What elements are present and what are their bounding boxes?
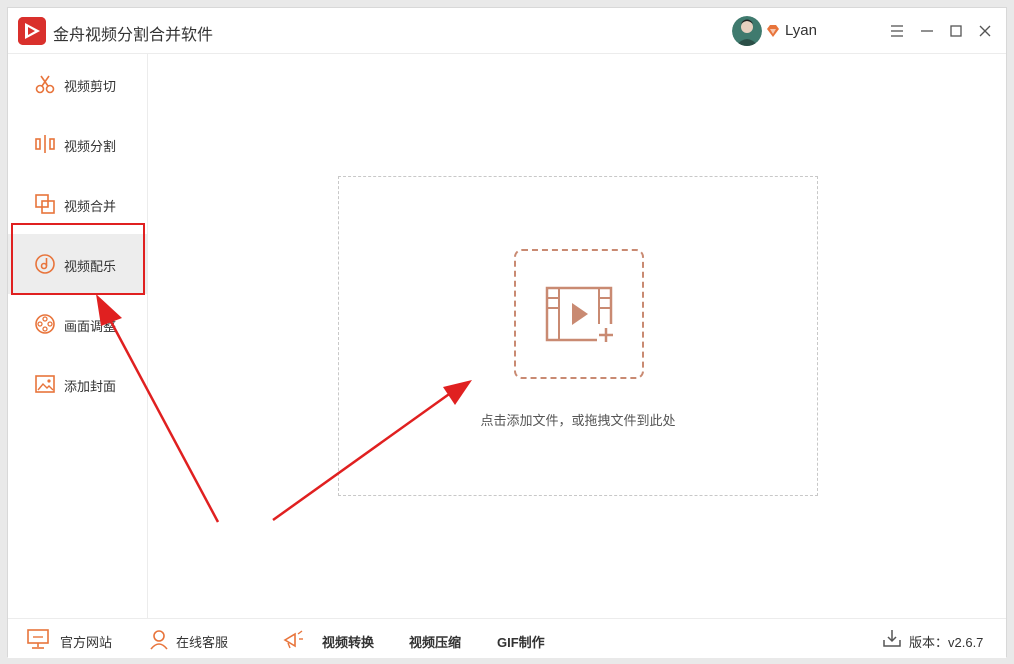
app-title: 金舟视频分割合并软件 (53, 27, 214, 44)
gif-maker-link[interactable]: GIF制作 (497, 619, 557, 659)
music-icon (34, 253, 56, 275)
scissors-icon (34, 73, 56, 95)
sidebar-item-label: 视频合并 (64, 199, 117, 214)
image-icon (34, 373, 56, 395)
maximize-icon[interactable] (945, 20, 967, 42)
sidebar-item-video-music[interactable]: 视频配乐 (8, 234, 147, 294)
add-file-button[interactable] (514, 249, 644, 379)
vip-diamond-icon (766, 24, 780, 38)
sidebar-item-video-split[interactable]: 视频分割 (8, 114, 147, 174)
menu-icon[interactable] (886, 20, 908, 42)
version-label: 版本：v2.6.7 (909, 635, 984, 650)
download-icon[interactable] (882, 628, 902, 648)
avatar[interactable] (732, 16, 762, 46)
title-bar: 金舟视频分割合并软件 Lyan (8, 8, 1006, 54)
sidebar-item-label: 视频剪切 (64, 79, 117, 94)
app-window: 金舟视频分割合并软件 Lyan 视频剪切 视频分割 视频合并 视频配乐 画面调整… (7, 7, 1007, 658)
sidebar-item-add-cover[interactable]: 添加封面 (8, 354, 147, 414)
sidebar-item-label: 视频配乐 (64, 259, 117, 274)
sidebar-item-video-merge[interactable]: 视频合并 (8, 174, 147, 234)
official-site-label: 官方网站 (60, 635, 113, 650)
film-reel-icon (34, 313, 56, 335)
close-icon[interactable] (974, 20, 996, 42)
customer-service-icon (150, 630, 168, 650)
gif-maker-label: GIF制作 (497, 635, 545, 650)
sidebar-item-label: 视频分割 (64, 139, 117, 154)
video-convert-link[interactable]: 视频转换 (282, 619, 382, 659)
sidebar-item-image-adjust[interactable]: 画面调整 (8, 294, 147, 354)
footer-bar: 官方网站 在线客服 视频转换 视频压缩 GIF制作 版本：v2.6.7 (8, 618, 1006, 658)
official-site-link[interactable]: 官方网站 (26, 619, 116, 659)
username[interactable]: Lyan (785, 22, 817, 39)
app-logo-icon (18, 17, 46, 45)
sidebar-item-video-cut[interactable]: 视频剪切 (8, 54, 147, 114)
sidebar: 视频剪切 视频分割 视频合并 视频配乐 画面调整 添加封面 (8, 54, 148, 618)
drop-hint-text: 点击添加文件，或拖拽文件到此处 (480, 413, 676, 428)
monitor-icon (27, 629, 49, 649)
sidebar-item-label: 添加封面 (64, 379, 117, 394)
promo-horn-icon (283, 630, 303, 649)
video-compress-label: 视频压缩 (409, 635, 462, 650)
file-drop-zone[interactable]: 点击添加文件，或拖拽文件到此处 (338, 176, 818, 496)
split-icon (34, 133, 56, 155)
online-service-link[interactable]: 在线客服 (148, 619, 238, 659)
online-service-label: 在线客服 (176, 635, 229, 650)
minimize-icon[interactable] (916, 20, 938, 42)
video-compress-link[interactable]: 视频压缩 (409, 619, 469, 659)
merge-icon (34, 193, 56, 215)
video-convert-label: 视频转换 (322, 635, 375, 650)
sidebar-item-label: 画面调整 (64, 319, 117, 334)
add-video-icon (545, 286, 615, 344)
